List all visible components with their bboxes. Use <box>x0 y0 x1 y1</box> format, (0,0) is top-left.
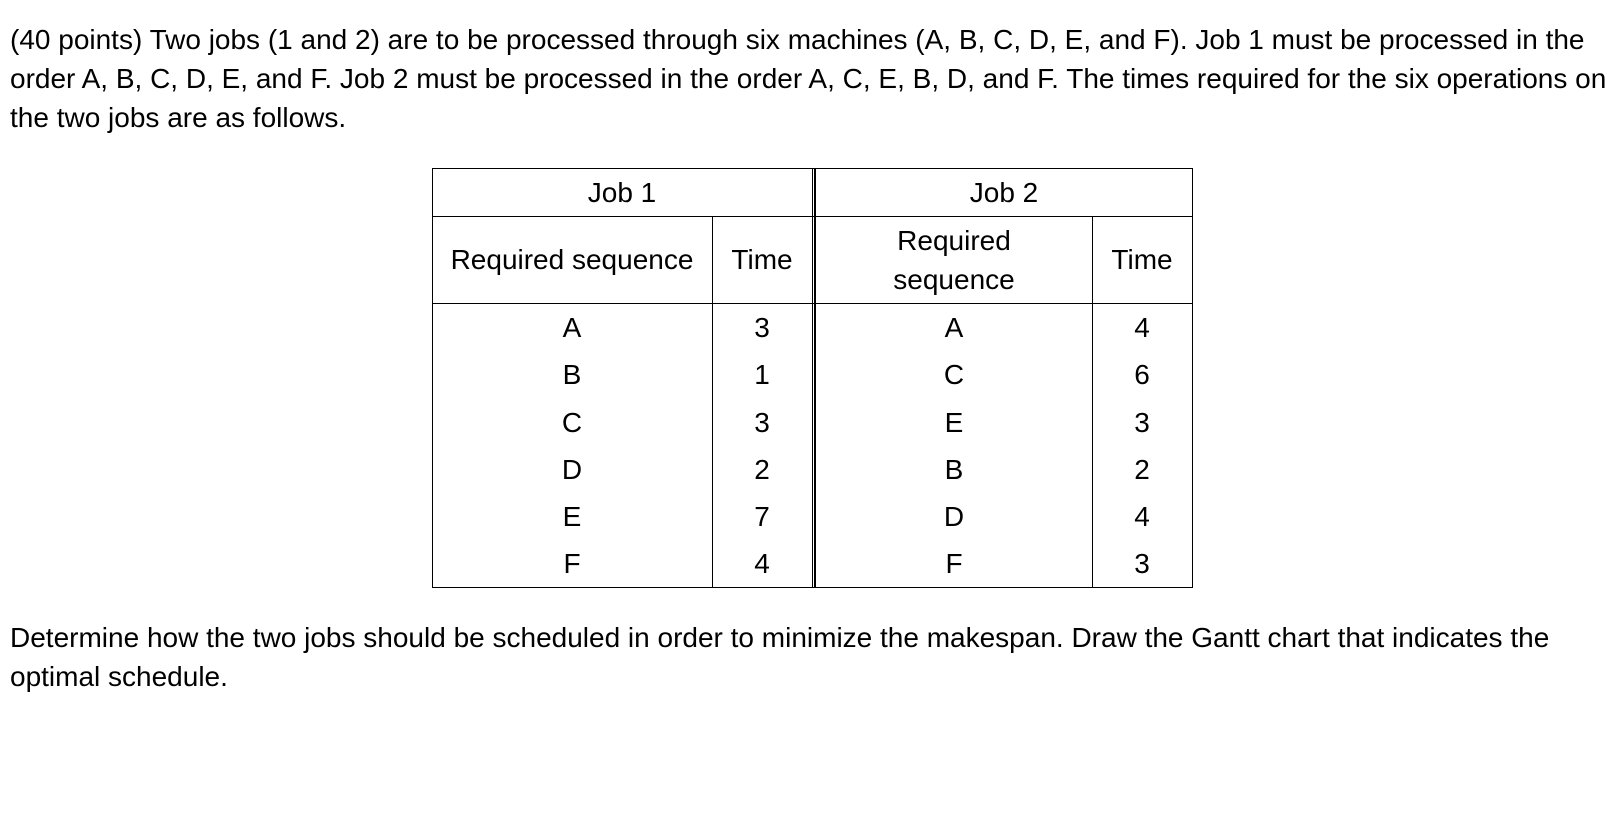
cell-j2time: 6 <box>1092 351 1192 398</box>
job1-time-header: Time <box>712 216 812 303</box>
table-row: C 3 E 3 <box>432 399 1192 446</box>
job1-header: Job 1 <box>432 168 812 216</box>
cell-j2seq: A <box>812 304 1092 352</box>
cell-j1time: 1 <box>712 351 812 398</box>
cell-j2time: 2 <box>1092 446 1192 493</box>
cell-j2seq: B <box>812 446 1092 493</box>
cell-j2time: 4 <box>1092 304 1192 352</box>
cell-j1seq: D <box>432 446 712 493</box>
cell-j2time: 4 <box>1092 493 1192 540</box>
cell-j2seq: D <box>812 493 1092 540</box>
problem-closing: Determine how the two jobs should be sch… <box>10 618 1614 696</box>
cell-j2time: 3 <box>1092 399 1192 446</box>
cell-j1seq: B <box>432 351 712 398</box>
table-row: B 1 C 6 <box>432 351 1192 398</box>
table-row: E 7 D 4 <box>432 493 1192 540</box>
jobs-table: Job 1 Job 2 Required sequence Time Requi… <box>432 168 1193 589</box>
cell-j1seq: F <box>432 540 712 588</box>
job2-time-header: Time <box>1092 216 1192 303</box>
cell-j1time: 4 <box>712 540 812 588</box>
cell-j1seq: E <box>432 493 712 540</box>
job2-header: Job 2 <box>812 168 1192 216</box>
cell-j2time: 3 <box>1092 540 1192 588</box>
job2-seq-header: Required sequence <box>812 216 1092 303</box>
cell-j1time: 3 <box>712 399 812 446</box>
cell-j2seq: C <box>812 351 1092 398</box>
job1-seq-header: Required sequence <box>432 216 712 303</box>
table-row: D 2 B 2 <box>432 446 1192 493</box>
cell-j1seq: C <box>432 399 712 446</box>
data-table-container: Job 1 Job 2 Required sequence Time Requi… <box>10 168 1614 589</box>
table-row: A 3 A 4 <box>432 304 1192 352</box>
cell-j1seq: A <box>432 304 712 352</box>
cell-j2seq: E <box>812 399 1092 446</box>
cell-j2seq: F <box>812 540 1092 588</box>
cell-j1time: 7 <box>712 493 812 540</box>
cell-j1time: 2 <box>712 446 812 493</box>
table-row: F 4 F 3 <box>432 540 1192 588</box>
problem-intro: (40 points) Two jobs (1 and 2) are to be… <box>10 20 1614 138</box>
cell-j1time: 3 <box>712 304 812 352</box>
